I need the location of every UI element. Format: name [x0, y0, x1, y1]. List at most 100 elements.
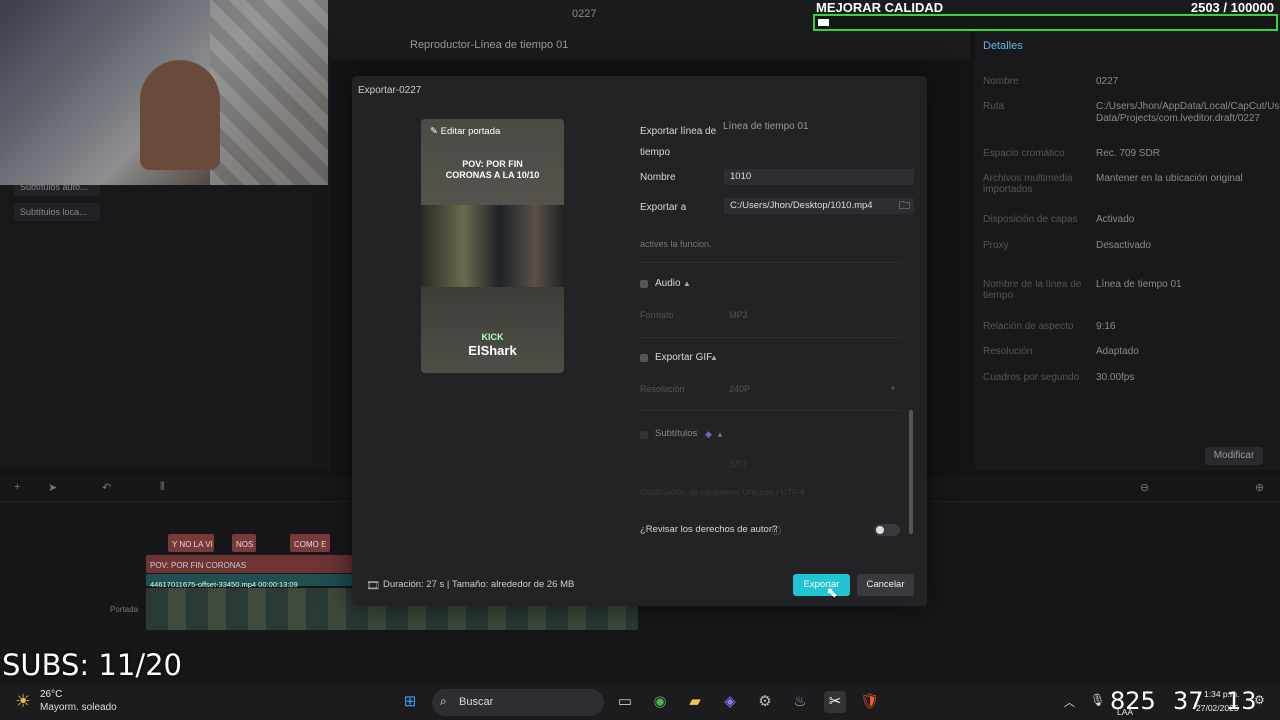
app-icon[interactable]: ◈ — [719, 691, 741, 713]
export-button[interactable]: Exportar — [793, 574, 850, 596]
copyright-label: ¿Revisar los derechos de autor? — [640, 524, 778, 535]
text-clip[interactable]: COMO E — [290, 534, 330, 552]
cover-kick: KICK — [481, 332, 504, 342]
task-view-icon[interactable]: ▭ — [614, 691, 636, 713]
title-clip-label: POV: POR FIN CORONAS — [150, 561, 247, 570]
audio-format-value: MP3 — [729, 310, 748, 320]
zoom-in-icon[interactable]: ⊕ — [1255, 481, 1264, 494]
webcam-overlay — [0, 0, 328, 185]
scrollbar[interactable] — [909, 410, 913, 534]
audio-checkbox[interactable] — [640, 280, 648, 288]
sun-icon[interactable]: ☀ — [15, 691, 31, 712]
activate-hint: actives la funcion. — [640, 239, 712, 249]
detail-value: Desactivado — [1096, 240, 1152, 251]
detail-key: Nombre de la línea de tiempo — [983, 279, 1082, 301]
select-tool-icon[interactable]: ➤ — [48, 481, 57, 494]
detail-key: Relación de aspecto — [983, 321, 1074, 332]
detail-key: Cuadros por segundo — [983, 372, 1080, 383]
split-icon[interactable]: ⫴ — [160, 481, 165, 494]
cover-preview[interactable]: ✎ Editar portada POV: POR FIN CORONAS A … — [421, 119, 564, 373]
cover-caption: POV: POR FIN CORONAS A LA 10/10 — [445, 159, 540, 180]
text-clip-label: Y NO LA VI — [172, 540, 213, 549]
chevron-up-icon[interactable]: ︿ — [1064, 694, 1075, 710]
export-timeline-label: Exportar línea de tiempo — [640, 126, 717, 158]
detail-value: C:/Users/Jhon/AppData/Local/CapCut/User … — [1096, 101, 1280, 124]
goal-fill — [818, 19, 830, 26]
gif-resolution-value[interactable]: 240P — [729, 384, 750, 394]
text-clip[interactable]: NOS — [232, 534, 256, 552]
audio-label: Audio — [655, 278, 681, 289]
cover-label[interactable]: Portada — [110, 605, 138, 614]
export-dialog: Exportar-0227 ✎ Editar portada POV: POR … — [352, 76, 927, 606]
detail-value: Rec. 709 SDR — [1096, 148, 1160, 159]
weather-desc[interactable]: Mayorm. soleado — [40, 702, 117, 713]
dialog-title: Exportar-0227 — [358, 85, 422, 96]
taskbar: ☀ 26°C Mayorm. soleado ⊞ ⌕ Buscar ▭ ◉ ▰ … — [0, 685, 1280, 720]
goal-bar — [813, 14, 1278, 31]
video-clip-header[interactable]: 44617011675-offset-33450.mp4 00:00:13:09 — [146, 574, 352, 589]
search-label: Buscar — [459, 696, 494, 708]
detail-value: Línea de tiempo 01 — [1096, 279, 1182, 290]
project-name: 0227 — [572, 8, 597, 20]
player-header: Reproductor-Línea de tiempo 01 — [330, 30, 970, 60]
folder-icon[interactable]: 🗀 — [899, 198, 910, 214]
title-clip[interactable]: POV: POR FIN CORONAS — [146, 555, 352, 573]
export-to-label: Exportar a — [640, 202, 687, 213]
zoom-out-icon[interactable]: ⊖ — [1140, 481, 1149, 494]
chevron-up-icon[interactable]: ▲ — [716, 430, 724, 439]
subtitles-format-value: SRT — [729, 459, 747, 469]
capcut-icon[interactable]: ✂ — [824, 691, 846, 713]
brave-icon[interactable]: 🛡 — [859, 691, 881, 713]
export-timeline-value: Línea de tiempo 01 — [723, 121, 809, 132]
stream-goal: MEJORAR CALIDAD 2503 / 100000 — [813, 0, 1278, 31]
left-item-local-subtitles[interactable]: Subtítulos loca... — [14, 203, 100, 221]
file-explorer-icon[interactable]: ▰ — [684, 691, 706, 713]
gif-checkbox[interactable] — [640, 354, 648, 362]
system-date[interactable]: 27/02/2025 — [1196, 703, 1239, 713]
windows-start-icon[interactable]: ⊞ — [399, 691, 421, 713]
settings-app-icon[interactable]: ⚙ — [754, 691, 776, 713]
cover-streamer-name: ElShark — [468, 343, 517, 358]
info-icon[interactable]: ⓘ — [772, 524, 781, 537]
chrome-icon[interactable]: ◉ — [649, 691, 671, 713]
edit-cover-button[interactable]: ✎ Editar portada — [430, 126, 500, 137]
add-icon[interactable]: + — [14, 481, 20, 493]
copyright-toggle[interactable] — [874, 524, 900, 536]
language-indicator[interactable]: LAA — [1117, 707, 1133, 717]
export-path-value: C:/Users/Jhon/Desktop/1010.mp4 — [730, 200, 873, 211]
cover-segment — [421, 287, 564, 373]
weather-temp[interactable]: 26°C — [40, 689, 62, 700]
detail-key: Archivos multimedia importados — [983, 173, 1073, 195]
player-title: Reproductor-Línea de tiempo 01 — [410, 39, 569, 51]
webcam-person — [140, 60, 220, 170]
steam-icon[interactable]: ♨ — [789, 691, 811, 713]
undo-icon[interactable]: ↶ — [102, 481, 111, 494]
detail-value: 0227 — [1096, 76, 1119, 87]
film-icon: 🎞 — [366, 580, 380, 592]
chevron-down-icon[interactable]: ▾ — [891, 384, 895, 393]
name-input[interactable] — [724, 169, 914, 185]
mouse-cursor-icon: ⬉ — [826, 584, 838, 600]
cancel-button[interactable]: Cancelar — [857, 574, 914, 596]
notification-icon[interactable]: ⚙ — [1254, 693, 1265, 707]
name-label: Nombre — [640, 172, 676, 183]
webcam-wall — [210, 0, 328, 185]
chevron-up-icon[interactable]: ▲ — [710, 353, 718, 362]
premium-diamond-icon: ◆ — [705, 429, 712, 439]
detail-value: 9:16 — [1096, 321, 1116, 332]
search-icon: ⌕ — [440, 694, 447, 708]
text-clip-label: NOS — [236, 540, 254, 549]
taskbar-search[interactable]: ⌕ Buscar — [432, 689, 604, 716]
detail-key: Resolución — [983, 346, 1033, 357]
detail-key: Nombre — [983, 76, 1019, 87]
chevron-up-icon[interactable]: ▲ — [683, 279, 691, 288]
export-path-field[interactable]: C:/Users/Jhon/Desktop/1010.mp4 🗀 — [724, 198, 914, 214]
divider — [640, 262, 902, 263]
goal-title: MEJORAR CALIDAD — [816, 0, 944, 15]
modify-button[interactable]: Modificar — [1205, 447, 1263, 465]
microphone-icon[interactable]: 🎙 — [1090, 693, 1105, 707]
system-time[interactable]: 1:34 p.m. — [1204, 689, 1239, 699]
goal-count: 2503 / 100000 — [1190, 0, 1274, 15]
text-clip[interactable]: Y NO LA VI — [168, 534, 214, 552]
subtitles-checkbox[interactable] — [640, 431, 648, 439]
